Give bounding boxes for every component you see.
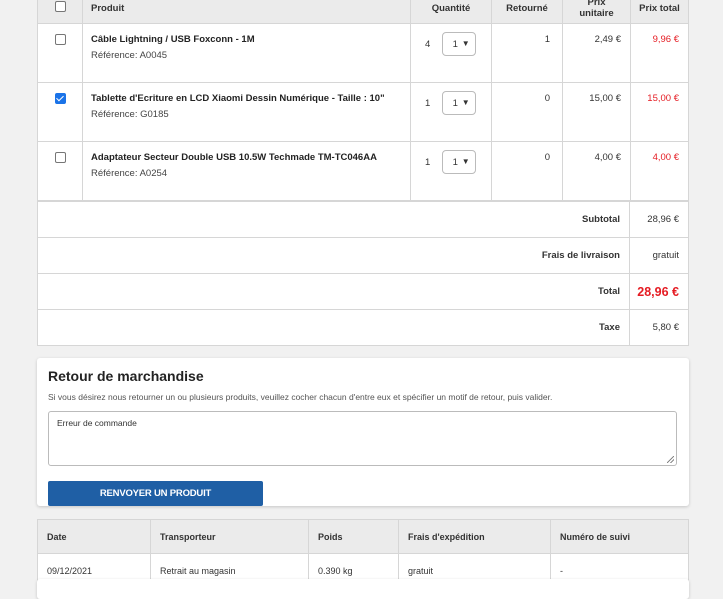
- chevron-down-icon: ▼: [461, 98, 470, 107]
- return-quantity-select[interactable]: 1 ▼: [441, 32, 476, 56]
- chevron-down-icon: ▼: [461, 157, 470, 166]
- returned-count: 0: [491, 141, 563, 201]
- unit-price: 15,00 €: [562, 82, 631, 142]
- total-label: Total: [37, 273, 630, 310]
- ordered-quantity: 4: [425, 38, 431, 50]
- subtotal-row: Subtotal 28,96 €: [37, 201, 689, 238]
- shipping-table: Date Transporteur Poids Frais d'expéditi…: [37, 519, 689, 588]
- select-all-header[interactable]: [37, 0, 83, 24]
- ordered-quantity: 1: [425, 156, 431, 168]
- product-name: Adaptateur Secteur Double USB 10.5W Tech…: [91, 152, 377, 163]
- shipping-header-weight: Poids: [308, 519, 399, 554]
- shipping-row: Frais de livraison gratuit: [37, 237, 689, 274]
- total-row: Total 28,96 €: [37, 273, 689, 310]
- return-quantity-select[interactable]: 1 ▼: [441, 91, 476, 115]
- header-returned: Retourné: [491, 0, 563, 24]
- tax-label: Taxe: [37, 309, 630, 346]
- shipping-value: gratuit: [629, 237, 689, 274]
- header-product: Produit: [82, 0, 411, 24]
- messages-panel: [37, 579, 689, 599]
- shipping-header-date: Date: [37, 519, 151, 554]
- product-checkbox[interactable]: [54, 152, 66, 163]
- shipping-label: Frais de livraison: [37, 237, 630, 274]
- subtotal-value: 28,96 €: [629, 201, 689, 238]
- order-detail: Produit Quantité Retourné Prix unitaire …: [37, 0, 689, 588]
- header-total-price: Prix total: [630, 0, 689, 24]
- product-name: Tablette d'Ecriture en LCD Xiaomi Dessin…: [91, 93, 385, 104]
- product-row: Adaptateur Secteur Double USB 10.5W Tech…: [37, 141, 689, 201]
- header-quantity: Quantité: [410, 0, 492, 24]
- return-reason-text: Erreur de commande: [57, 418, 137, 428]
- return-panel: Retour de marchandise Si vous désirez no…: [37, 358, 689, 506]
- return-reason-textarea[interactable]: Erreur de commande: [48, 411, 677, 466]
- product-reference: Référence: A0254: [91, 168, 168, 179]
- returned-count: 1: [491, 23, 563, 83]
- total-price: 4,00 €: [630, 141, 689, 201]
- totals-table: Subtotal 28,96 € Frais de livraison grat…: [37, 201, 689, 346]
- unit-price: 4,00 €: [562, 141, 631, 201]
- return-quantity-select[interactable]: 1 ▼: [441, 150, 476, 174]
- shipping-header-carrier: Transporteur: [150, 519, 309, 554]
- tax-row: Taxe 5,80 €: [37, 309, 689, 346]
- subtotal-label: Subtotal: [37, 201, 630, 238]
- shipping-header-cost: Frais d'expédition: [398, 519, 551, 554]
- product-row: Tablette d'Ecriture en LCD Xiaomi Dessin…: [37, 82, 689, 142]
- return-product-button[interactable]: RENVOYER UN PRODUIT: [48, 481, 263, 506]
- ordered-quantity: 1: [425, 97, 431, 109]
- return-panel-title: Retour de marchandise: [48, 368, 204, 384]
- chevron-down-icon: ▼: [461, 39, 470, 48]
- products-table: Produit Quantité Retourné Prix unitaire …: [37, 0, 689, 201]
- return-panel-hint: Si vous désirez nous retourner un ou plu…: [48, 392, 553, 402]
- returned-count: 0: [491, 82, 563, 142]
- tax-value: 5,80 €: [629, 309, 689, 346]
- product-reference: Référence: A0045: [91, 50, 168, 61]
- total-price: 15,00 €: [630, 82, 689, 142]
- total-price: 9,96 €: [630, 23, 689, 83]
- product-reference: Référence: G0185: [91, 109, 169, 120]
- unit-price: 2,49 €: [562, 23, 631, 83]
- product-row: Câble Lightning / USB Foxconn - 1M Référ…: [37, 23, 689, 83]
- shipping-header-tracking: Numéro de suivi: [550, 519, 689, 554]
- product-checkbox[interactable]: [54, 34, 66, 45]
- header-unit-price: Prix unitaire: [562, 0, 631, 24]
- products-header-row: Produit Quantité Retourné Prix unitaire …: [37, 0, 689, 24]
- select-all-checkbox[interactable]: [54, 1, 66, 12]
- product-name: Câble Lightning / USB Foxconn - 1M: [91, 34, 255, 45]
- resize-handle-icon[interactable]: [667, 456, 674, 463]
- product-checkbox[interactable]: [54, 93, 66, 104]
- shipping-header-row: Date Transporteur Poids Frais d'expéditi…: [37, 519, 689, 554]
- total-value: 28,96 €: [629, 273, 689, 310]
